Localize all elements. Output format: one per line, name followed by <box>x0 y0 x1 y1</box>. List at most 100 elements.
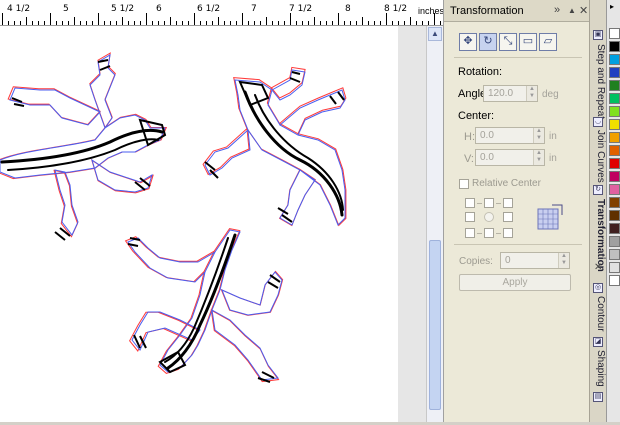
ruler-tick <box>236 21 237 25</box>
ruler-tick <box>314 17 315 25</box>
palette-swatch[interactable] <box>609 54 620 65</box>
ruler-tick <box>260 21 261 25</box>
tab-transformation[interactable]: Transformation <box>591 199 606 272</box>
ruler-tick <box>152 21 153 25</box>
ruler-label: 4 1/2 <box>7 4 31 14</box>
ruler-tick <box>128 21 129 25</box>
tab-join-curves[interactable]: Join Curves <box>591 130 606 183</box>
anchor-bottom-left[interactable] <box>465 228 475 238</box>
scale-icon[interactable]: ⤡ <box>499 33 517 51</box>
palette-swatch[interactable] <box>609 249 620 260</box>
transformation-docker: Transformation » ▲ ✕ ✥ ↻ ⤡ ▭ ▱ Rotation:… <box>443 0 590 422</box>
ruler-label: 6 <box>156 4 162 14</box>
close-icon[interactable]: ✕ <box>579 4 588 17</box>
tab-contour[interactable]: Contour <box>591 296 606 332</box>
position-icon[interactable]: ✥ <box>459 33 477 51</box>
anchor-top-left[interactable] <box>465 198 475 208</box>
v-spinner[interactable]: ▲ ▼ <box>533 150 544 165</box>
docker-title: Transformation <box>450 5 524 17</box>
palette-swatch[interactable] <box>609 210 620 221</box>
ruler-tick <box>248 21 249 25</box>
docker-header: Transformation » ▲ ✕ <box>444 0 590 22</box>
v-input[interactable]: 0.0 ▲ ▼ <box>475 149 545 166</box>
close-tab-icon[interactable]: ✕ <box>594 262 602 273</box>
anchor-middle-right[interactable] <box>503 212 513 222</box>
palette-swatch[interactable] <box>609 171 620 182</box>
ruler-tick <box>242 13 243 25</box>
angle-unit: deg <box>542 89 559 100</box>
palette-scroll-up-icon[interactable]: ▸ <box>610 2 614 11</box>
palette-swatch[interactable] <box>609 223 620 234</box>
palette-swatch[interactable] <box>609 158 620 169</box>
h-label: H: <box>464 131 475 143</box>
h-input[interactable]: 0.0 ▲ ▼ <box>475 127 545 144</box>
horizontal-ruler[interactable]: 4 1/2 5 5 1/2 6 6 1/2 7 7 1/2 8 8 1/2 in… <box>0 0 444 26</box>
palette-swatch[interactable] <box>609 275 620 286</box>
anchor-top-center[interactable] <box>484 198 494 208</box>
palette-swatch[interactable] <box>609 93 620 104</box>
palette-swatch[interactable] <box>609 106 620 117</box>
palette-swatch[interactable] <box>609 236 620 247</box>
palette-swatch[interactable] <box>609 41 620 52</box>
contour-icon: ◎ <box>593 283 603 293</box>
size-icon[interactable]: ▭ <box>519 33 537 51</box>
palette-swatch[interactable] <box>609 80 620 91</box>
ruler-tick <box>38 21 39 25</box>
ruler-tick <box>200 21 201 25</box>
tab-step-and-repeat[interactable]: Step and Repeat <box>591 44 606 119</box>
vertical-scrollbar[interactable]: ▲ <box>426 26 443 422</box>
expand-icon[interactable]: » <box>554 4 560 16</box>
anchor-top-right[interactable] <box>503 198 513 208</box>
anchor-bottom-center[interactable] <box>484 228 494 238</box>
palette-swatch[interactable] <box>609 119 620 130</box>
copies-input[interactable]: 0 ▲ ▼ <box>500 252 570 269</box>
ruler-tick <box>284 21 285 25</box>
palette-swatch[interactable] <box>609 184 620 195</box>
relative-center-checkbox[interactable] <box>459 179 469 189</box>
ruler-tick <box>158 21 159 25</box>
palette-swatch[interactable] <box>609 145 620 156</box>
ruler-tick <box>32 21 33 25</box>
palette-swatch[interactable] <box>609 132 620 143</box>
ruler-label: 7 1/2 <box>289 4 313 14</box>
ruler-tick <box>80 21 81 25</box>
ruler-tick <box>50 13 51 25</box>
ruler-tick <box>170 17 171 25</box>
anchor-bottom-right[interactable] <box>503 228 513 238</box>
collapse-up-icon[interactable]: ▲ <box>568 6 576 15</box>
apply-button[interactable]: Apply <box>459 274 571 291</box>
h-spinner[interactable]: ▲ ▼ <box>533 128 544 143</box>
anchor-connector <box>496 233 501 234</box>
lizard-artwork[interactable] <box>0 26 398 422</box>
ruler-tick <box>74 17 75 25</box>
scrollbar-thumb[interactable] <box>429 240 441 410</box>
ruler-tick <box>374 21 375 25</box>
drawing-canvas[interactable] <box>0 26 398 422</box>
ruler-tick <box>44 21 45 25</box>
transform-preview-icon <box>537 204 563 230</box>
divider <box>454 244 582 245</box>
angle-input[interactable]: 120.0 ▲ ▼ <box>483 85 538 102</box>
palette-swatch[interactable] <box>609 197 620 208</box>
rotate-icon[interactable]: ↻ <box>479 33 497 51</box>
ruler-tick <box>440 21 441 25</box>
palette-swatch[interactable] <box>609 28 620 39</box>
scroll-up-arrow-icon[interactable]: ▲ <box>428 27 442 41</box>
ruler-tick <box>98 13 99 25</box>
skew-icon[interactable]: ▱ <box>539 33 557 51</box>
palette-swatch[interactable] <box>609 67 620 78</box>
anchor-middle-left[interactable] <box>465 212 475 222</box>
ruler-tick <box>8 21 9 25</box>
anchor-center[interactable] <box>484 212 494 222</box>
h-value: 0.0 <box>480 130 494 141</box>
ruler-tick <box>14 21 15 25</box>
ruler-tick <box>428 21 429 25</box>
outer-contour-red <box>0 52 347 383</box>
copies-spinner[interactable]: ▲ ▼ <box>558 253 569 268</box>
transformation-icon: ↻ <box>593 185 603 195</box>
angle-spinner[interactable]: ▲ ▼ <box>526 86 537 101</box>
ruler-tick <box>362 17 363 25</box>
palette-swatch[interactable] <box>609 262 620 273</box>
tab-shaping[interactable]: Shaping <box>591 350 606 387</box>
anchor-connector <box>477 233 482 234</box>
